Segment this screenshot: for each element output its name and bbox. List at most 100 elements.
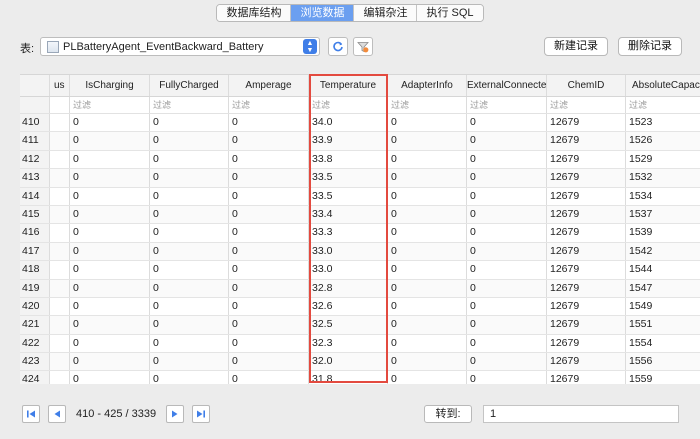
tab-db-structure[interactable]: 数据库结构 (217, 5, 292, 21)
table-cell[interactable]: 0 (229, 187, 309, 205)
table-cell[interactable]: 1529 (626, 151, 700, 168)
table-cell[interactable] (50, 242, 70, 261)
table-cell[interactable]: 0 (150, 334, 229, 353)
table-cell[interactable] (50, 334, 70, 353)
table-cell[interactable]: 0 (229, 353, 309, 371)
table-cell[interactable]: 0 (467, 371, 547, 384)
column-header[interactable]: ChemID (547, 75, 626, 96)
table-cell[interactable]: 0 (150, 114, 229, 132)
table-select[interactable]: PLBatteryAgent_EventBackward_Battery ▲ ▼ (40, 37, 320, 56)
table-cell[interactable]: 0 (388, 114, 467, 132)
table-cell[interactable]: 0 (388, 279, 467, 297)
table-cell[interactable]: 0 (388, 169, 467, 187)
table-cell[interactable] (50, 150, 70, 169)
table-cell[interactable]: 0 (467, 297, 547, 316)
table-cell[interactable]: 0 (467, 261, 547, 279)
filter-input[interactable]: 过滤 (70, 97, 150, 113)
first-page-button[interactable] (22, 405, 40, 423)
tab-execute-sql[interactable]: 执行 SQL (417, 5, 483, 21)
table-cell[interactable]: 1547 (626, 280, 700, 297)
table-cell[interactable]: 0 (388, 261, 467, 279)
table-row[interactable]: 412 0 0 0 33.8 0 0 12679 1529 (20, 150, 700, 170)
clear-filters-button[interactable] (353, 37, 373, 56)
table-cell[interactable]: 1559 (626, 371, 700, 384)
column-header-temperature[interactable]: Temperature (309, 75, 388, 96)
table-row[interactable]: 419 0 0 0 32.8 0 0 12679 1547 (20, 279, 700, 298)
tab-edit-pragmas[interactable]: 编辑杂注 (354, 5, 418, 21)
table-cell[interactable] (50, 114, 70, 132)
table-row[interactable]: 418 0 0 0 33.0 0 0 12679 1544 (20, 261, 700, 280)
table-cell[interactable]: 0 (229, 261, 309, 279)
table-cell[interactable]: 0 (70, 279, 150, 297)
table-cell[interactable]: 12679 (547, 261, 626, 279)
table-cell[interactable]: 0 (150, 261, 229, 279)
column-header[interactable]: AdapterInfo (388, 75, 467, 96)
table-cell[interactable] (50, 224, 70, 242)
table-cell[interactable]: 0 (229, 150, 309, 169)
prev-page-button[interactable] (48, 405, 66, 423)
table-cell[interactable]: 12679 (547, 316, 626, 334)
table-cell[interactable] (50, 132, 70, 150)
table-row[interactable]: 421 0 0 0 32.5 0 0 12679 1551 (20, 316, 700, 335)
table-cell[interactable]: 0 (70, 316, 150, 334)
table-cell[interactable]: 0 (150, 169, 229, 187)
table-cell[interactable]: 1532 (626, 169, 700, 186)
table-cell-temperature[interactable]: 32.0 (309, 353, 388, 371)
table-cell[interactable]: 0 (467, 169, 547, 187)
table-cell[interactable]: 12679 (547, 279, 626, 297)
new-record-button[interactable]: 新建记录 (544, 37, 608, 56)
table-cell-temperature[interactable]: 33.8 (309, 150, 388, 169)
table-cell[interactable]: 0 (388, 334, 467, 353)
table-cell[interactable]: 12679 (547, 353, 626, 371)
column-header[interactable]: Amperage (229, 75, 309, 96)
table-cell[interactable]: 0 (70, 132, 150, 150)
table-cell-temperature[interactable]: 33.3 (309, 224, 388, 242)
table-cell[interactable] (50, 353, 70, 371)
table-cell[interactable]: 0 (70, 224, 150, 242)
table-cell[interactable]: 0 (467, 334, 547, 353)
table-cell[interactable]: 0 (150, 150, 229, 169)
goto-button[interactable]: 转到: (424, 405, 472, 423)
table-cell[interactable]: 12679 (547, 114, 626, 132)
delete-record-button[interactable]: 删除记录 (618, 37, 682, 56)
table-cell[interactable]: 0 (467, 187, 547, 205)
table-cell[interactable]: 12679 (547, 205, 626, 224)
table-cell[interactable]: 0 (70, 334, 150, 353)
filter-input[interactable]: 过滤 (309, 97, 388, 113)
table-cell[interactable]: 0 (70, 169, 150, 187)
table-cell-temperature[interactable]: 31.8 (309, 371, 388, 384)
table-cell[interactable]: 0 (150, 224, 229, 242)
filter-input[interactable] (50, 97, 70, 113)
table-cell-temperature[interactable]: 32.8 (309, 279, 388, 297)
table-cell[interactable]: 0 (70, 242, 150, 261)
table-cell[interactable]: 1534 (626, 188, 700, 205)
filter-input[interactable]: 过滤 (388, 97, 467, 113)
table-cell[interactable]: 0 (229, 114, 309, 132)
table-cell[interactable]: 0 (150, 353, 229, 371)
table-cell-temperature[interactable]: 33.0 (309, 242, 388, 261)
table-row[interactable]: 410 0 0 0 34.0 0 0 12679 1523 (20, 114, 700, 133)
next-page-button[interactable] (166, 405, 184, 423)
table-cell[interactable]: 1556 (626, 353, 700, 370)
table-cell-temperature[interactable]: 33.5 (309, 169, 388, 187)
column-header[interactable]: us (50, 75, 70, 96)
filter-input[interactable]: 过滤 (467, 97, 547, 113)
table-cell[interactable] (50, 279, 70, 297)
column-header[interactable]: ExternalConnected (467, 75, 547, 96)
table-cell[interactable]: 0 (467, 205, 547, 224)
table-cell[interactable]: 0 (229, 224, 309, 242)
table-cell[interactable]: 0 (388, 242, 467, 261)
column-header[interactable]: FullyCharged (150, 75, 229, 96)
table-row[interactable]: 414 0 0 0 33.5 0 0 12679 1534 (20, 187, 700, 206)
table-cell[interactable]: 0 (229, 242, 309, 261)
table-cell[interactable] (50, 169, 70, 187)
table-cell[interactable] (50, 261, 70, 279)
table-cell[interactable]: 0 (70, 114, 150, 132)
table-cell[interactable]: 12679 (547, 334, 626, 353)
filter-input[interactable]: 过滤 (547, 97, 626, 113)
table-cell[interactable]: 1523 (626, 114, 700, 131)
table-cell[interactable]: 0 (150, 371, 229, 384)
goto-input[interactable]: 1 (483, 405, 679, 423)
table-cell[interactable]: 0 (388, 224, 467, 242)
table-cell[interactable]: 12679 (547, 224, 626, 242)
